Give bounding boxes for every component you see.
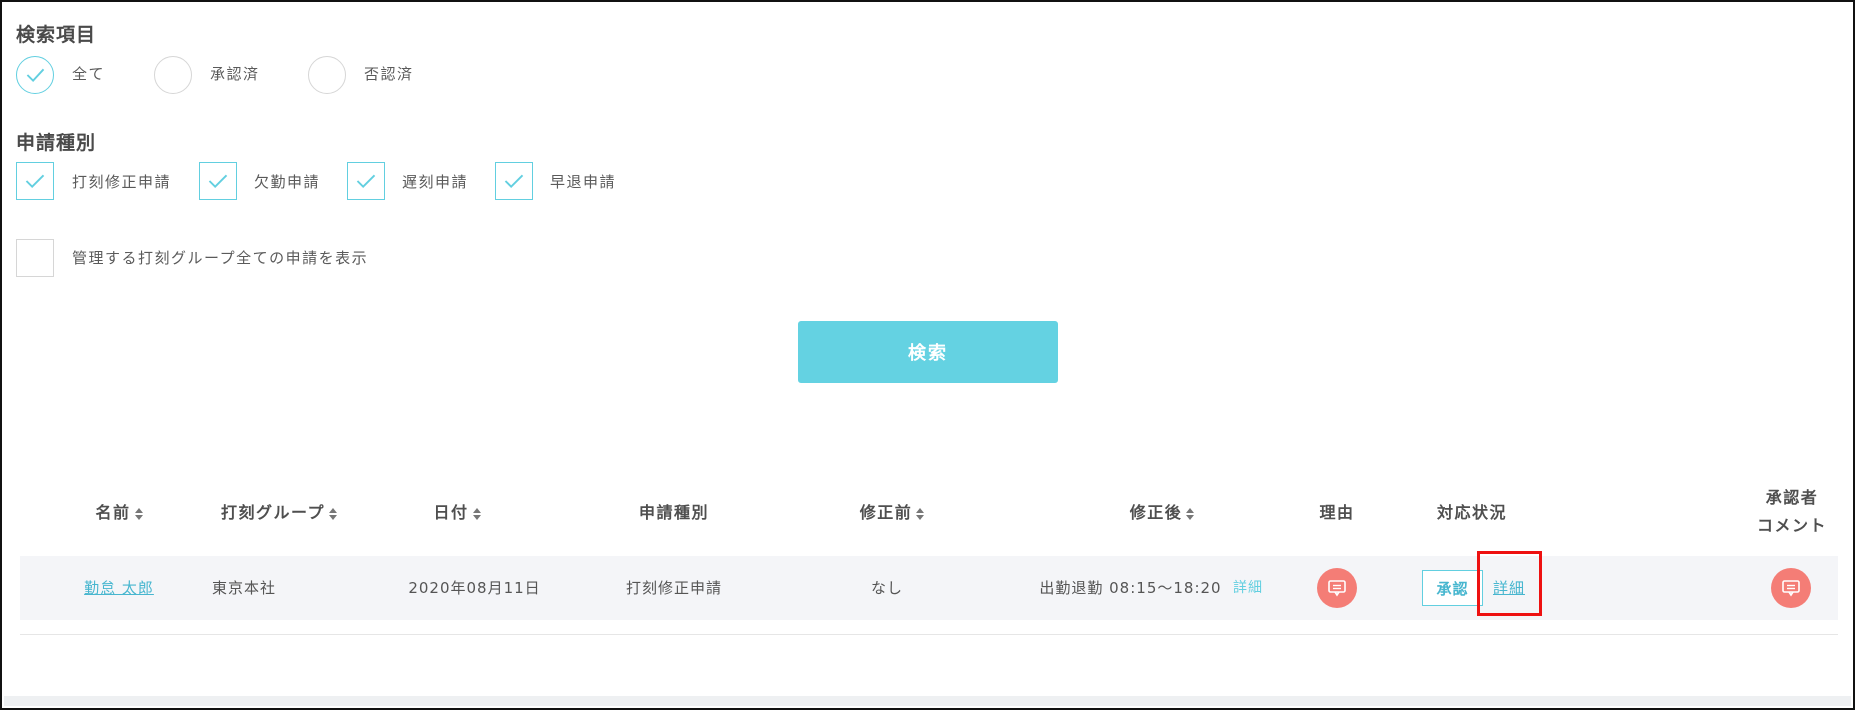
- th-name-label: 名前: [95, 503, 131, 522]
- sort-icon: [134, 507, 143, 520]
- checkbox-early-leave[interactable]: [495, 162, 533, 200]
- checkbox-late-label: 遅刻申請: [402, 173, 469, 191]
- row-date: 2020年08月11日: [408, 579, 541, 597]
- page-frame: 検索項目 全て 承認済 否認済 申請種別 打刻修正申請 欠勤申請 遅刻申請 早退…: [0, 0, 1855, 710]
- th-date-label: 日付: [433, 503, 469, 522]
- th-date[interactable]: 日付: [402, 499, 512, 527]
- th-name[interactable]: 名前: [64, 499, 174, 527]
- th-type: 申請種別: [638, 503, 709, 522]
- row-divider: [20, 634, 1838, 635]
- search-items-title: 検索項目: [16, 24, 97, 46]
- search-button[interactable]: 検索: [798, 321, 1058, 383]
- approver-comment-button[interactable]: [1771, 568, 1811, 608]
- sort-icon: [1186, 507, 1195, 520]
- row-group: 東京本社: [211, 579, 276, 597]
- check-icon: [208, 174, 228, 189]
- checkbox-absence-label: 欠勤申請: [254, 173, 321, 191]
- check-icon: [26, 68, 45, 83]
- highlight-box: [1477, 551, 1542, 616]
- table-row: [20, 556, 1838, 620]
- th-group[interactable]: 打刻グループ: [204, 499, 354, 527]
- th-approver-comment: 承認者 コメント: [1742, 484, 1842, 540]
- check-icon: [25, 174, 45, 189]
- checkbox-show-all-groups[interactable]: [16, 239, 54, 277]
- radio-all[interactable]: [16, 56, 54, 94]
- th-after[interactable]: 修正後: [1102, 499, 1222, 527]
- request-types-title: 申請種別: [16, 132, 97, 154]
- radio-approved-label: 承認済: [210, 65, 260, 83]
- row-after: 出勤退勤 08:15〜18:20: [1039, 579, 1222, 597]
- radio-all-label: 全て: [72, 65, 106, 83]
- radio-approved[interactable]: [154, 56, 192, 94]
- checkbox-show-all-groups-label: 管理する打刻グループ全ての申請を表示: [72, 249, 369, 267]
- checkbox-late[interactable]: [347, 162, 385, 200]
- radio-rejected-label: 否認済: [364, 65, 414, 83]
- th-approver-comment-line2: コメント: [1756, 516, 1827, 535]
- th-approver-comment-line1: 承認者: [1765, 488, 1819, 507]
- sort-icon: [329, 507, 338, 520]
- th-status: 対応状況: [1436, 503, 1507, 522]
- row-type: 打刻修正申請: [625, 579, 722, 597]
- reason-comment-button[interactable]: [1317, 568, 1357, 608]
- th-group-label: 打刻グループ: [220, 503, 326, 522]
- checkbox-clock-correction[interactable]: [16, 162, 54, 200]
- row-after-detail-link[interactable]: 詳細: [1230, 578, 1266, 598]
- checkbox-early-leave-label: 早退申請: [550, 173, 617, 191]
- checkbox-clock-correction-label: 打刻修正申請: [72, 173, 172, 191]
- check-icon: [504, 174, 524, 189]
- sort-icon: [472, 507, 481, 520]
- checkbox-absence[interactable]: [199, 162, 237, 200]
- sort-icon: [916, 507, 925, 520]
- approve-button[interactable]: 承認: [1422, 570, 1483, 606]
- radio-rejected[interactable]: [308, 56, 346, 94]
- th-reason: 理由: [1319, 503, 1355, 522]
- th-before[interactable]: 修正前: [832, 499, 952, 527]
- th-after-label: 修正後: [1129, 503, 1183, 522]
- comment-icon: [1328, 580, 1346, 597]
- row-name-link[interactable]: 勤怠 太郎: [64, 578, 174, 598]
- comment-icon: [1782, 580, 1800, 597]
- bottom-band: [4, 696, 1851, 706]
- row-before: なし: [870, 579, 903, 597]
- th-before-label: 修正前: [859, 503, 913, 522]
- check-icon: [356, 174, 376, 189]
